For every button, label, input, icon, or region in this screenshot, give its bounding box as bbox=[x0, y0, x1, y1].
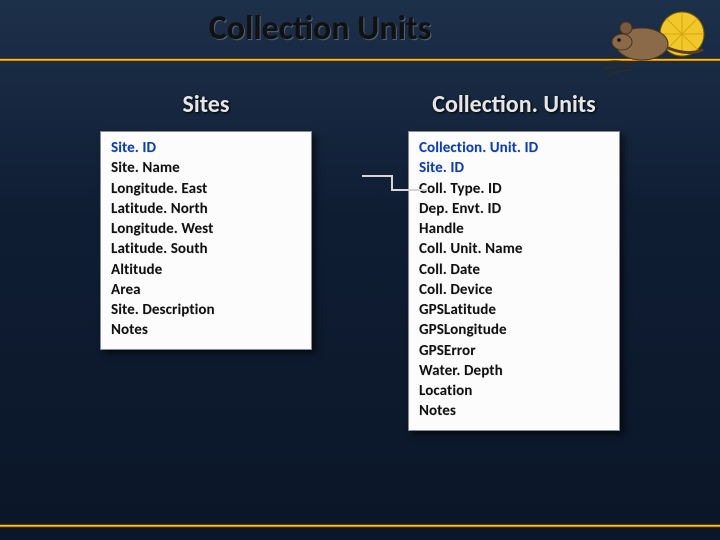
slide-logo bbox=[598, 4, 710, 84]
sites-field: Altitude bbox=[111, 260, 301, 280]
entity-collection-units: Collection. Units Collection. Unit. IDSi… bbox=[408, 90, 620, 431]
collection-units-field: Coll. Unit. Name bbox=[419, 239, 609, 259]
collection-units-field: Coll. Type. ID bbox=[419, 179, 609, 199]
sites-field: Site. Description bbox=[111, 300, 301, 320]
collection-units-field: Dep. Envt. ID bbox=[419, 199, 609, 219]
collection-units-field: GPSLongitude bbox=[419, 320, 609, 340]
collection-units-field: GPSError bbox=[419, 341, 609, 361]
collection-units-field: Location bbox=[419, 381, 609, 401]
sites-field: Latitude. North bbox=[111, 199, 301, 219]
sites-field: Notes bbox=[111, 320, 301, 340]
collection-units-field: GPSLatitude bbox=[419, 300, 609, 320]
collection-units-field: Site. ID bbox=[419, 158, 609, 178]
divider-bottom bbox=[0, 524, 720, 528]
sites-field: Longitude. West bbox=[111, 219, 301, 239]
collection-units-field: Coll. Device bbox=[419, 280, 609, 300]
entity-sites-heading: Sites bbox=[100, 90, 312, 119]
mouse-and-pollen-icon bbox=[598, 4, 710, 84]
sites-field: Area bbox=[111, 280, 301, 300]
entity-collection-units-box: Collection. Unit. IDSite. IDColl. Type. … bbox=[408, 131, 620, 431]
collection-units-field: Water. Depth bbox=[419, 361, 609, 381]
entity-sites-box: Site. IDSite. NameLongitude. EastLatitud… bbox=[100, 131, 312, 350]
collection-units-field: Coll. Date bbox=[419, 260, 609, 280]
sites-field: Site. ID bbox=[111, 138, 301, 158]
sites-field: Longitude. East bbox=[111, 179, 301, 199]
collection-units-field: Handle bbox=[419, 219, 609, 239]
collection-units-field: Notes bbox=[419, 401, 609, 421]
collection-units-field: Collection. Unit. ID bbox=[419, 138, 609, 158]
erd-columns: Sites Site. IDSite. NameLongitude. EastL… bbox=[0, 90, 720, 431]
sites-field: Latitude. South bbox=[111, 239, 301, 259]
entity-sites: Sites Site. IDSite. NameLongitude. EastL… bbox=[100, 90, 312, 431]
entity-collection-units-heading: Collection. Units bbox=[408, 90, 620, 119]
sites-field: Site. Name bbox=[111, 158, 301, 178]
page-title: Collection Units bbox=[209, 8, 432, 49]
